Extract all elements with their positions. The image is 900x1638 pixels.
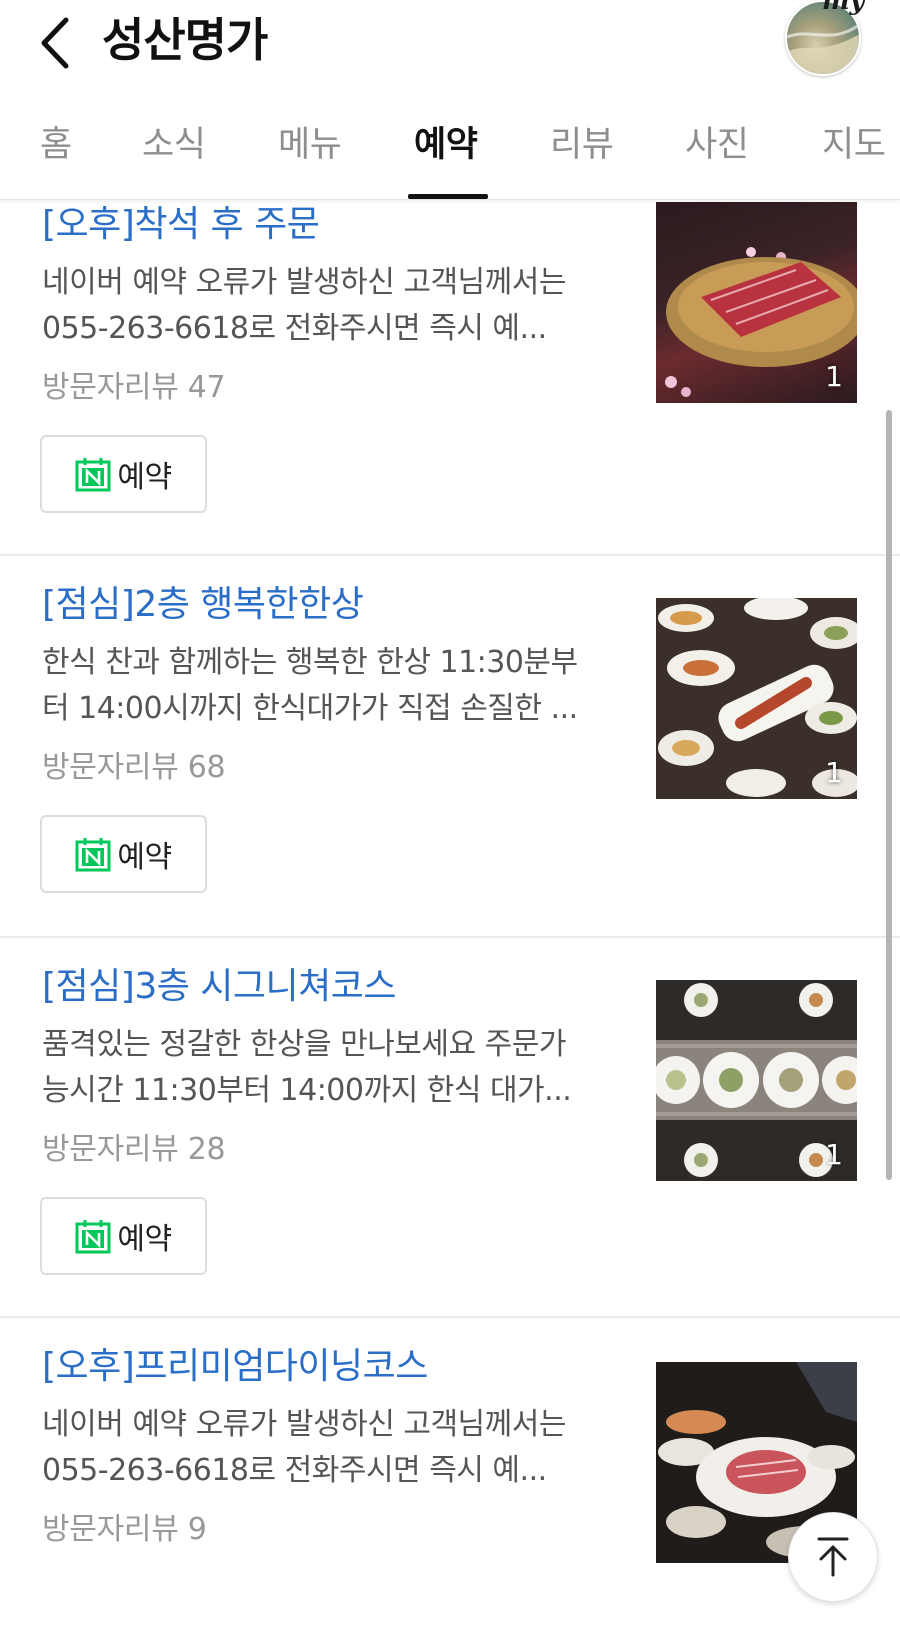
- review-count: 방문자리뷰 68: [42, 750, 226, 785]
- item-description: 네이버 예약 오류가 발생하신 고객님께서는 055-263-6618로 전화주…: [42, 1402, 622, 1494]
- list-item[interactable]: [오후]착석 후 주문 네이버 예약 오류가 발생하신 고객님께서는 055-2…: [0, 200, 900, 556]
- item-description-line: 한식 찬과 함께하는 행복한 한상 11:30분부: [42, 645, 578, 680]
- item-description: 네이버 예약 오류가 발생하신 고객님께서는 055-263-6618로 전화주…: [42, 260, 622, 352]
- item-title[interactable]: [오후]착석 후 주문: [42, 200, 320, 250]
- tab-map[interactable]: 지도: [822, 120, 886, 170]
- review-count: 방문자리뷰 28: [42, 1132, 226, 1167]
- naver-calendar-icon: [75, 1220, 111, 1254]
- signature-course-plates-photo[interactable]: 1: [656, 980, 857, 1181]
- tab-bar: 홈 소식 메뉴 예약 리뷰 사진 지도: [0, 100, 900, 200]
- item-title[interactable]: [오후]프리미엄다이닝코스: [42, 1342, 428, 1392]
- photo-count: 1: [825, 1138, 843, 1171]
- item-description: 품격있는 정갈한 한상을 만나보세요 주문가 능시간 11:30부터 14:00…: [42, 1022, 622, 1114]
- tab-photo[interactable]: 사진: [685, 120, 749, 170]
- reservation-list: [오후]착석 후 주문 네이버 예약 오류가 발생하신 고객님께서는 055-2…: [0, 200, 900, 1638]
- photo-count: 1: [825, 360, 843, 393]
- reserve-button[interactable]: 예약: [40, 435, 207, 513]
- arrow-up-icon: [817, 1537, 849, 1577]
- item-description: 한식 찬과 함께하는 행복한 한상 11:30분부 터 14:00시까지 한식대…: [42, 640, 622, 732]
- naver-calendar-icon: [75, 838, 111, 872]
- item-title[interactable]: [점심]3층 시그니쳐코스: [42, 962, 397, 1012]
- marbled-beef-platter-photo[interactable]: 1: [656, 202, 857, 403]
- scroll-to-top-button[interactable]: [788, 1512, 878, 1602]
- app-header: 성산명가 my: [0, 0, 900, 100]
- tab-review[interactable]: 리뷰: [550, 120, 614, 170]
- active-tab-indicator: [408, 194, 488, 199]
- item-description-line: 네이버 예약 오류가 발생하신 고객님께서는: [42, 1407, 566, 1442]
- tab-reservation[interactable]: 예약: [414, 120, 478, 170]
- item-description-line: 품격있는 정갈한 한상을 만나보세요 주문가: [42, 1027, 566, 1062]
- photo-count: 1: [825, 756, 843, 789]
- item-description-line: 터 14:00시까지 한식대가가 직접 손질한 ...: [42, 691, 578, 726]
- item-description-line: 네이버 예약 오류가 발생하신 고객님께서는: [42, 265, 566, 300]
- vertical-scrollbar[interactable]: [886, 410, 892, 1180]
- review-count: 방문자리뷰 47: [42, 370, 226, 405]
- list-item[interactable]: [점심]2층 행복한한상 한식 찬과 함께하는 행복한 한상 11:30분부 터…: [0, 556, 900, 938]
- reserve-button-label: 예약: [117, 840, 172, 875]
- back-button[interactable]: [32, 8, 80, 78]
- tab-home[interactable]: 홈: [40, 120, 72, 170]
- list-item[interactable]: [오후]프리미엄다이닝코스 네이버 예약 오류가 발생하신 고객님께서는 055…: [0, 1318, 900, 1638]
- page-title: 성산명가: [102, 13, 268, 67]
- tab-menu[interactable]: 메뉴: [278, 120, 342, 170]
- naver-calendar-icon: [75, 458, 111, 492]
- item-description-line: 055-263-6618로 전화주시면 즉시 예...: [42, 1453, 547, 1488]
- item-title[interactable]: [점심]2층 행복한한상: [42, 580, 364, 630]
- tab-news[interactable]: 소식: [142, 120, 206, 170]
- review-count: 방문자리뷰 9: [42, 1512, 207, 1547]
- chevron-left-icon: [41, 17, 69, 69]
- item-description-line: 능시간 11:30부터 14:00까지 한식 대가...: [42, 1073, 572, 1108]
- korean-table-spread-photo[interactable]: 1: [656, 598, 857, 799]
- reserve-button[interactable]: 예약: [40, 815, 207, 893]
- reserve-button[interactable]: 예약: [40, 1197, 207, 1275]
- my-badge: my: [822, 0, 865, 16]
- reserve-button-label: 예약: [117, 460, 172, 495]
- reserve-button-label: 예약: [117, 1222, 172, 1257]
- item-description-line: 055-263-6618로 전화주시면 즉시 예...: [42, 311, 547, 346]
- list-item[interactable]: [점심]3층 시그니쳐코스 품격있는 정갈한 한상을 만나보세요 주문가 능시간…: [0, 938, 900, 1318]
